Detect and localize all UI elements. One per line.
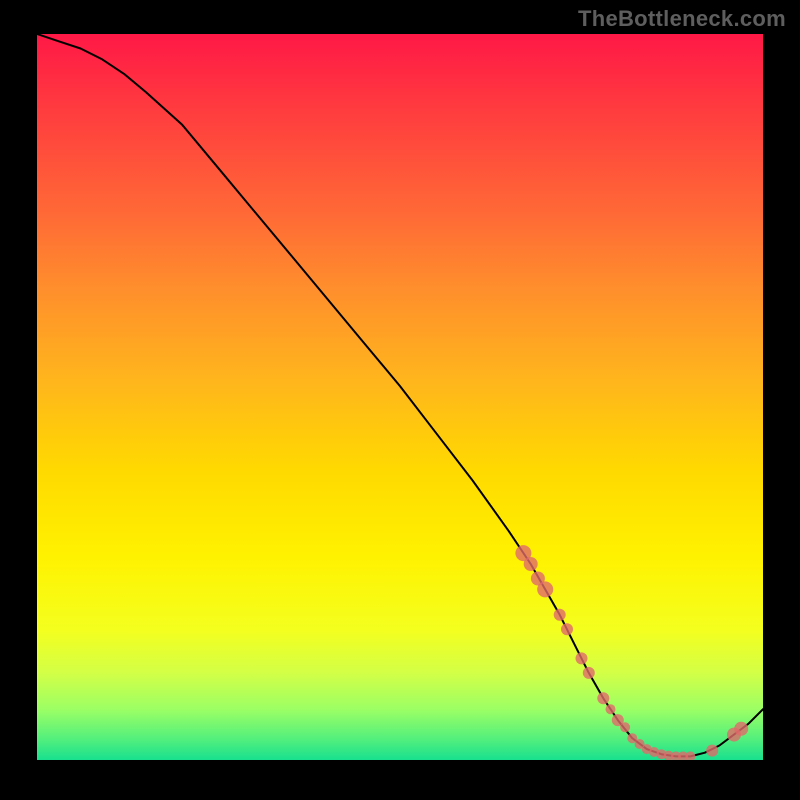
background-gradient (37, 34, 763, 760)
chart-frame: TheBottleneck.com (0, 0, 800, 800)
plot-area (37, 34, 763, 760)
watermark-text: TheBottleneck.com (578, 6, 786, 32)
